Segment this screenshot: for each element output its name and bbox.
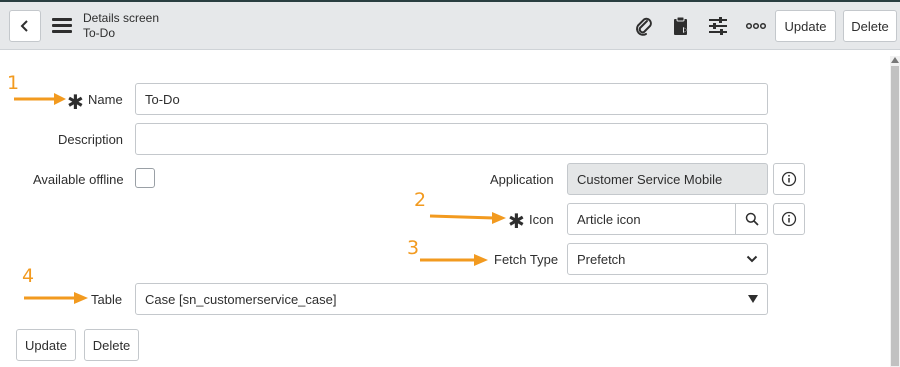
back-icon: [20, 20, 28, 32]
search-icon: [745, 212, 759, 226]
application-field: Customer Service Mobile: [567, 163, 768, 195]
info-icon: [781, 211, 797, 227]
table-select[interactable]: Case [sn_customerservice_case]: [135, 283, 768, 315]
annotation-arrow: [429, 212, 506, 224]
footer-update-button[interactable]: Update: [16, 329, 76, 361]
annotation-number: 4: [22, 265, 35, 287]
sliders-icon[interactable]: [706, 14, 730, 38]
fetch-type-select[interactable]: Prefetch: [567, 243, 768, 275]
application-label: Application: [490, 172, 554, 187]
fetch-type-value: Prefetch: [577, 251, 626, 267]
chevron-down-icon: [746, 255, 758, 263]
offline-label: Available offline: [33, 172, 124, 187]
offline-checkbox[interactable]: [135, 168, 155, 188]
annotation-number: 2: [414, 189, 427, 211]
icon-info-button[interactable]: [773, 203, 805, 235]
clipboard-icon[interactable]: [669, 14, 693, 38]
scrollbar-thumb[interactable]: [891, 66, 899, 366]
name-label: Name: [88, 92, 123, 107]
fetch-type-label: Fetch Type: [494, 252, 559, 267]
info-icon: [781, 171, 797, 187]
application-info-button[interactable]: [773, 163, 805, 195]
paperclip-icon[interactable]: [632, 14, 656, 38]
header-bar: Details screen To-Do Update Delete: [0, 2, 900, 50]
table-value: Case [sn_customerservice_case]: [145, 291, 337, 307]
description-label: Description: [58, 132, 124, 147]
table-label: Table: [91, 292, 123, 307]
header-update-button[interactable]: Update: [775, 10, 836, 42]
description-field[interactable]: [135, 123, 768, 155]
header-delete-button[interactable]: Delete: [843, 10, 897, 42]
annotation-arrow: [14, 93, 66, 105]
back-button[interactable]: [9, 10, 41, 42]
name-field[interactable]: To-Do: [135, 83, 768, 115]
footer-delete-button[interactable]: Delete: [84, 329, 139, 361]
page-title: Details screen: [83, 11, 160, 25]
icon-label: Icon: [529, 212, 554, 227]
icon-field-value: Article icon: [577, 211, 641, 227]
caret-down-icon: [748, 295, 758, 303]
annotation-arrow: [24, 292, 88, 304]
required-marker-icon: ✱: [67, 92, 84, 114]
required-marker-icon: ✱: [508, 211, 525, 233]
menu-icon[interactable]: [52, 18, 72, 34]
more-icon[interactable]: [743, 14, 769, 38]
icon-lookup-button[interactable]: [735, 203, 767, 235]
vertical-scrollbar[interactable]: [890, 56, 900, 367]
annotation-number: 1: [7, 72, 20, 94]
page-subtitle: To-Do: [83, 26, 116, 40]
scroll-up-arrow-icon[interactable]: [891, 56, 899, 64]
annotation-arrow: [420, 254, 488, 266]
